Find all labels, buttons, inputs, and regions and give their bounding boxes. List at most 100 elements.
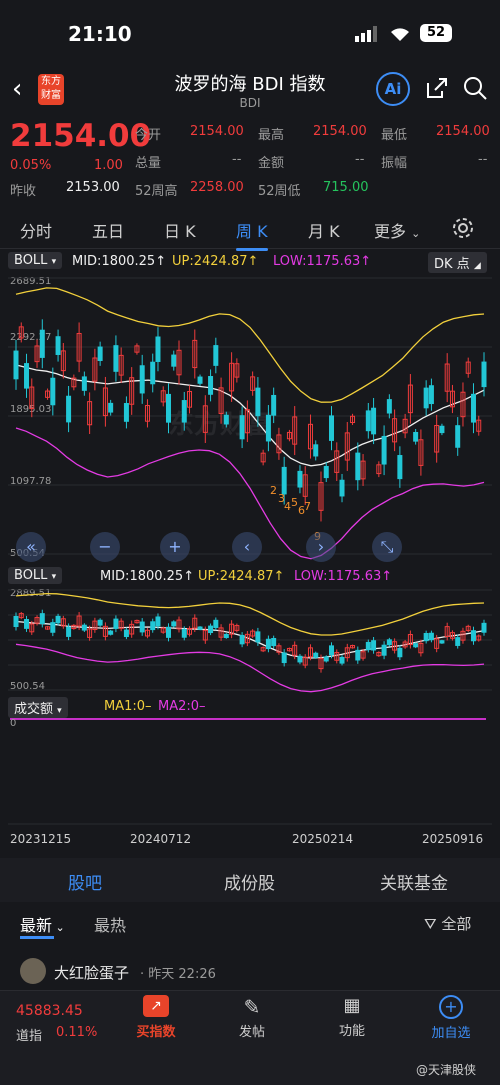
td-countdown-label: 4 — [284, 500, 291, 513]
boll-up-value: UP:2424.87↑ — [172, 254, 259, 269]
wk52-high-label: 52周高 — [135, 184, 178, 199]
boll-legend-sub: BOLL ▾ MID:1800.25↑ UP:2424.87↑ LOW:1175… — [8, 567, 492, 589]
tab-five-day[interactable]: 五日 — [92, 218, 124, 242]
candle-body — [413, 643, 419, 648]
candle-body — [108, 402, 114, 413]
tab-intraday[interactable]: 分时 — [20, 218, 52, 242]
candle-body — [165, 393, 171, 423]
volume-label: 总量 — [135, 156, 162, 171]
candle-body — [470, 393, 476, 423]
candle-body — [197, 626, 203, 630]
candle-body — [329, 645, 335, 656]
scroll-left-icon[interactable]: ‹ — [232, 532, 262, 562]
candle-body — [171, 354, 177, 367]
boll-mid-value: MID:1800.25↑ — [72, 254, 167, 269]
candle-body — [13, 615, 19, 628]
scroll-right-icon[interactable]: › — [306, 532, 336, 562]
sub-boll-chart[interactable]: 2889.51 500.54 — [8, 588, 492, 694]
candle-body — [339, 479, 345, 497]
candle-body — [239, 634, 245, 645]
indicator-select-boll-sub[interactable]: BOLL ▾ — [8, 567, 63, 584]
candle-body — [66, 395, 72, 423]
tab-related-funds[interactable]: 关联基金 — [380, 869, 448, 894]
buy-index-button[interactable]: ↗ 买指数 — [126, 995, 186, 1040]
bottom-bar: 45883.45 道指 0.11% ↗ 买指数 ✎ 发帖 ▦ 功能 + 加自选 … — [0, 990, 500, 1085]
search-icon[interactable] — [462, 75, 488, 105]
candle-body — [66, 626, 72, 637]
add-watchlist-button[interactable]: + 加自选 — [420, 995, 482, 1041]
index-value: 45883.45 — [16, 1003, 83, 1019]
candle-body — [481, 361, 487, 388]
tab-components[interactable]: 成份股 — [224, 869, 275, 894]
candle-body — [55, 336, 61, 355]
signal-icon — [355, 26, 377, 46]
candle-body — [439, 425, 445, 434]
candle-body — [397, 647, 403, 658]
tab-more[interactable]: 更多 ⌄ — [374, 218, 420, 242]
candle-body — [113, 618, 119, 629]
boll-up-value-sub: UP:2424.87↑ — [198, 569, 285, 584]
funnel-icon: ⛛ — [424, 915, 437, 933]
volume-chart[interactable] — [8, 720, 492, 826]
candle-body — [171, 621, 177, 627]
post-button[interactable]: ✎ 发帖 — [222, 995, 282, 1040]
candle-body — [413, 431, 419, 442]
tab-weekly-k[interactable]: 周 K — [236, 218, 268, 251]
post-preview[interactable]: 大红脸蛋子 · 昨天 22:26 — [0, 950, 500, 990]
tab-guba[interactable]: 股吧 — [68, 869, 102, 894]
dk-point-toggle[interactable]: DK 点 ◢ — [428, 252, 487, 273]
candle-body — [386, 639, 392, 646]
candle-body — [50, 622, 56, 633]
share-icon[interactable] — [424, 75, 450, 105]
amount-value: -- — [355, 152, 365, 167]
candle-body — [39, 613, 45, 625]
candle-body — [297, 470, 303, 488]
tab-daily-k[interactable]: 日 K — [164, 218, 196, 242]
candle-body — [371, 407, 377, 435]
indicator-select-volume[interactable]: 成交额 ▾ — [8, 697, 68, 718]
chart-up-icon: ↗ — [143, 995, 169, 1017]
tab-monthly-k[interactable]: 月 K — [308, 218, 340, 242]
function-button[interactable]: ▦ 功能 — [322, 995, 382, 1039]
candle-body — [150, 621, 156, 631]
candle-body — [329, 415, 335, 441]
candle-body — [381, 644, 387, 656]
zoom-in-icon[interactable]: + — [160, 532, 190, 562]
filter-latest[interactable]: 最新 ⌄ — [20, 912, 65, 936]
candle-body — [108, 630, 114, 635]
candle-body — [97, 619, 103, 626]
candle-body — [323, 656, 329, 662]
open-label: 今开 — [135, 128, 162, 143]
filter-all[interactable]: ⛛ 全部 — [424, 913, 471, 934]
header: ‹ 东方 财富 波罗的海 BDI 指数 BDI Ai — [0, 64, 500, 116]
boll-mid-value-sub: MID:1800.25↑ — [100, 569, 195, 584]
candle-body — [355, 452, 361, 481]
indicator-select-boll[interactable]: BOLL ▾ — [8, 252, 63, 269]
candle-body — [208, 625, 214, 634]
scroll-left-fast-icon[interactable]: « — [16, 532, 46, 562]
candle-body — [355, 649, 361, 661]
main-kline-chart[interactable]: 2689.51 2292.27 1895.03 1097.78 500.54 东… — [8, 274, 492, 564]
candle-body — [281, 466, 287, 495]
status-bar: 21:10 52 — [0, 0, 500, 64]
candle-body — [428, 632, 434, 641]
change-abs: 1.00 — [94, 158, 123, 173]
candle-body — [428, 385, 434, 405]
candle-body — [265, 414, 271, 442]
wk52-high-value: 2258.00 — [190, 180, 244, 195]
index-change: 0.11% — [56, 1025, 98, 1040]
candle-body — [39, 329, 45, 358]
change-pct: 0.05% — [10, 158, 52, 173]
wifi-icon — [388, 24, 412, 46]
candle-body — [455, 637, 461, 646]
filter-hot[interactable]: 最热 — [94, 912, 126, 936]
candle-body — [213, 619, 219, 628]
chevron-down-icon: ⌄ — [52, 921, 65, 934]
ai-button[interactable]: Ai — [376, 72, 410, 106]
candle-body — [455, 425, 461, 448]
candle-body — [271, 394, 277, 416]
candle-body — [371, 640, 377, 651]
gear-icon[interactable] — [452, 217, 474, 243]
fullscreen-icon[interactable]: ⤡ — [372, 532, 402, 562]
zoom-out-icon[interactable]: − — [90, 532, 120, 562]
